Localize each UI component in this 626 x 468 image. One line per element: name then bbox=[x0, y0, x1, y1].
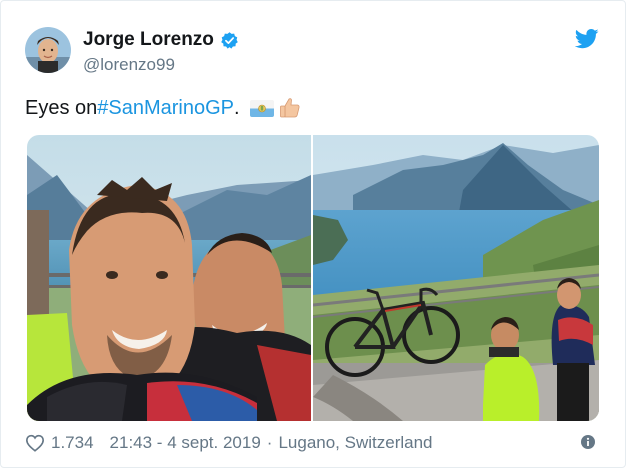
footer-separator: · bbox=[266, 433, 273, 452]
verified-badge-icon bbox=[221, 31, 238, 49]
thumbs-up-icon bbox=[278, 96, 302, 120]
twitter-bird-icon[interactable] bbox=[575, 29, 599, 49]
author-name[interactable]: Jorge Lorenzo bbox=[83, 29, 214, 51]
tweet-text-prefix: Eyes on bbox=[25, 96, 98, 119]
hashtag-link[interactable]: #SanMarinoGP bbox=[97, 97, 234, 120]
tweet-text-suffix: . bbox=[234, 96, 240, 119]
avatar[interactable] bbox=[25, 27, 71, 73]
tweet-location[interactable]: Lugano, Switzerland bbox=[278, 433, 432, 453]
photo-selfie[interactable] bbox=[27, 135, 311, 421]
tweet-text: Eyes on #SanMarinoGP . bbox=[25, 96, 302, 120]
tweet-timestamp[interactable]: 21:43 - 4 sept. 2019 bbox=[110, 433, 261, 453]
author-name-row[interactable]: Jorge Lorenzo bbox=[83, 29, 239, 51]
author-handle[interactable]: @lorenzo99 bbox=[83, 55, 175, 75]
tweet-footer: 1.734 21:43 - 4 sept. 2019 · Lugano, Swi… bbox=[25, 433, 433, 453]
info-icon[interactable] bbox=[581, 435, 595, 449]
tweet-card: Jorge Lorenzo @lorenzo99 Eyes on #SanMar… bbox=[0, 0, 626, 468]
san-marino-flag-icon bbox=[249, 99, 274, 117]
photo-bike-lake[interactable] bbox=[313, 135, 599, 421]
heart-icon[interactable] bbox=[25, 434, 45, 452]
photo-grid bbox=[27, 135, 599, 421]
like-count[interactable]: 1.734 bbox=[51, 433, 94, 453]
